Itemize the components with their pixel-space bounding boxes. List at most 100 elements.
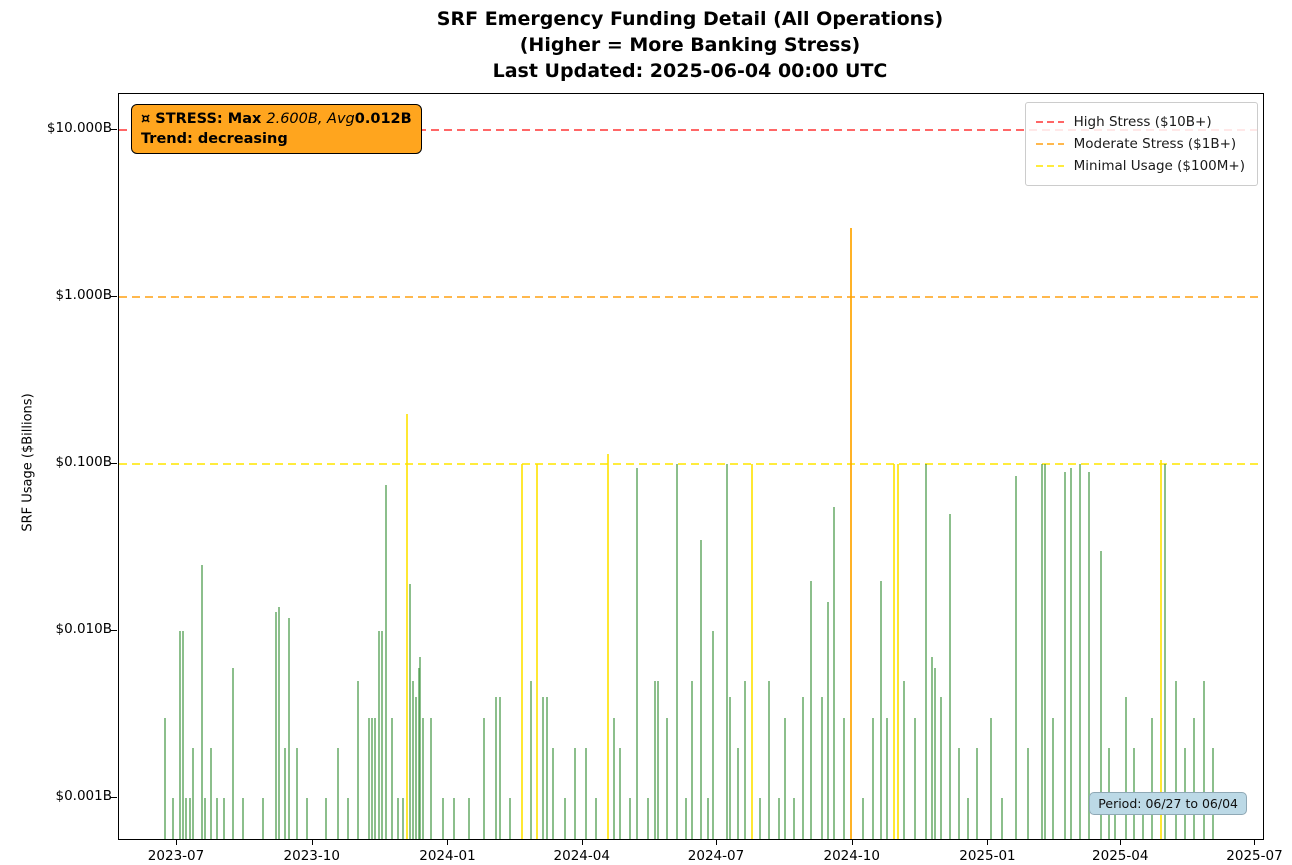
bar <box>397 798 399 839</box>
y-tick-label: $0.100B <box>32 454 112 470</box>
bar <box>262 798 264 839</box>
bar <box>700 540 702 839</box>
bar <box>1088 472 1090 839</box>
x-tick-label: 2024-01 <box>402 848 492 864</box>
bar <box>768 681 770 839</box>
bar <box>430 718 432 839</box>
chart-updated: Last Updated: 2025-06-04 00:00 UTC <box>118 58 1262 84</box>
bar <box>242 798 244 839</box>
x-tick-mark <box>447 839 448 845</box>
bar <box>862 798 864 839</box>
bar <box>976 748 978 839</box>
bar <box>1175 681 1177 839</box>
bar <box>729 697 731 839</box>
bar <box>201 565 203 839</box>
x-tick-label: 2025-07 <box>1209 848 1292 864</box>
bar <box>893 464 895 839</box>
bar <box>337 748 339 839</box>
bar <box>1027 748 1029 839</box>
legend-label: Minimal Usage ($100M+) <box>1074 158 1245 174</box>
bar <box>1064 472 1066 839</box>
stress-line2: Trend: decreasing <box>141 129 412 149</box>
x-tick-label: 2024-04 <box>537 848 627 864</box>
bar <box>737 748 739 839</box>
bar <box>897 464 899 839</box>
x-tick-label: 2025-01 <box>942 848 1032 864</box>
bar <box>940 697 942 839</box>
bar <box>409 584 411 839</box>
chart-subtitle: (Higher = More Banking Stress) <box>118 32 1262 58</box>
x-tick-mark <box>312 839 313 845</box>
bar <box>415 697 417 839</box>
bar <box>499 697 501 839</box>
bar <box>1203 681 1205 839</box>
bar <box>793 798 795 839</box>
bar <box>232 668 234 839</box>
bar <box>347 798 349 839</box>
bar <box>495 697 497 839</box>
bar <box>585 748 587 839</box>
bar <box>296 748 298 839</box>
legend-row: High Stress ($10B+) <box>1036 111 1245 133</box>
bar <box>179 631 181 839</box>
bar <box>278 607 280 839</box>
bar <box>666 718 668 839</box>
bar <box>371 718 373 839</box>
bar <box>810 581 812 839</box>
bar <box>306 798 308 839</box>
bar <box>275 612 277 839</box>
bar <box>542 697 544 839</box>
bar <box>374 718 376 839</box>
stress-annotation: ¤ STRESS: Max 2.600B, Avg0.012B Trend: d… <box>131 104 422 154</box>
bar <box>521 464 523 839</box>
x-tick-mark <box>1120 839 1121 845</box>
bar <box>802 697 804 839</box>
bar <box>185 798 187 839</box>
bar <box>419 657 421 839</box>
bar <box>949 514 951 839</box>
bar <box>357 681 359 839</box>
bar <box>530 681 532 839</box>
bar <box>967 798 969 839</box>
bar <box>406 414 408 839</box>
stress-line1: ¤ STRESS: Max 2.600B, Avg0.012B <box>141 109 412 129</box>
x-tick-label: 2023-10 <box>267 848 357 864</box>
bar <box>288 618 290 839</box>
bar <box>1015 476 1017 839</box>
bar <box>843 718 845 839</box>
bar <box>536 464 538 839</box>
legend-row: Minimal Usage ($100M+) <box>1036 155 1245 177</box>
y-tick-label: $0.010B <box>32 621 112 637</box>
bar <box>691 681 693 839</box>
bar <box>1079 464 1081 839</box>
y-tick-label: $1.000B <box>32 287 112 303</box>
bar <box>647 798 649 839</box>
bar <box>759 798 761 839</box>
bar <box>850 228 852 839</box>
bar <box>204 798 206 839</box>
bar <box>726 464 728 839</box>
bar <box>385 485 387 839</box>
legend: High Stress ($10B+) Moderate Stress ($1B+… <box>1025 102 1258 186</box>
bars-layer <box>119 94 1263 839</box>
chart-title-block: SRF Emergency Funding Detail (All Operat… <box>118 6 1262 84</box>
x-tick-mark <box>176 839 177 845</box>
bar <box>784 718 786 839</box>
bar <box>552 748 554 839</box>
bar <box>613 718 615 839</box>
x-tick-mark <box>716 839 717 845</box>
legend-label: Moderate Stress ($1B+) <box>1074 136 1237 152</box>
bar <box>378 631 380 839</box>
bar <box>925 464 927 839</box>
bar <box>210 748 212 839</box>
bar <box>381 631 383 839</box>
bar <box>1044 464 1046 839</box>
bar <box>903 681 905 839</box>
bar <box>751 464 753 839</box>
bar <box>1164 464 1166 839</box>
bar <box>744 681 746 839</box>
bar <box>574 748 576 839</box>
bar <box>509 798 511 839</box>
bar <box>223 798 225 839</box>
bar <box>914 718 916 839</box>
